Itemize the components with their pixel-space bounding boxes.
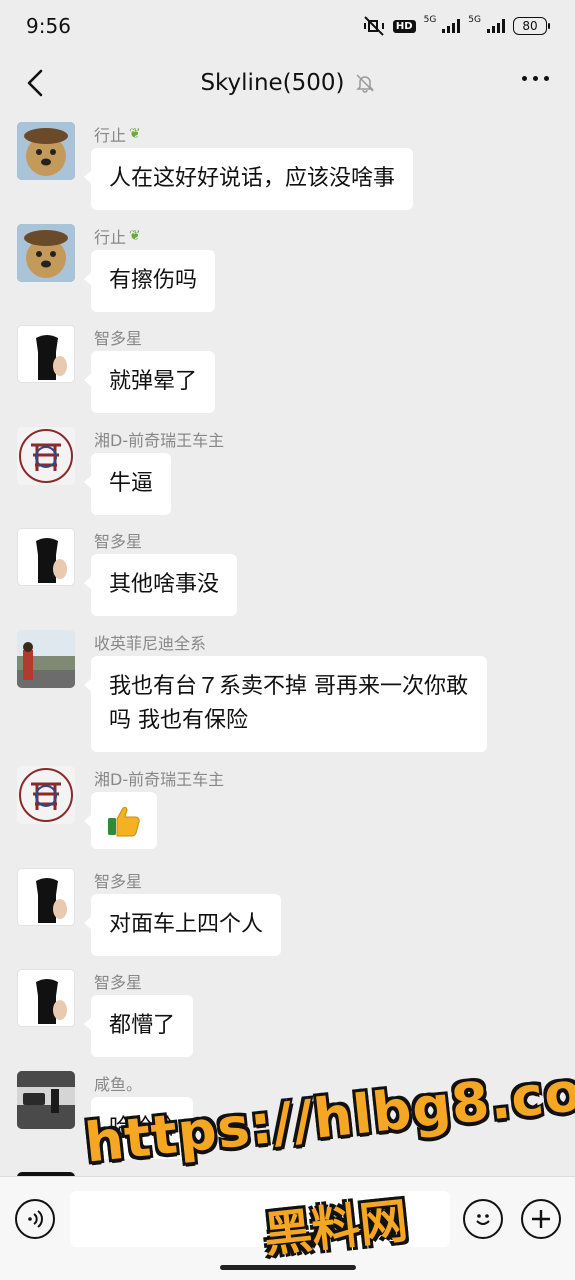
chat-header: Skyline(500) (0, 52, 575, 114)
street-avatar-icon (17, 630, 75, 688)
sender-avatar[interactable] (17, 969, 75, 1027)
seal-avatar-icon (17, 427, 75, 485)
battery-level: 80 (522, 19, 538, 33)
bell-muted-icon (355, 74, 374, 93)
battery-icon: 80 (513, 17, 550, 35)
message-bubble[interactable]: 哈哈哈 (83, 1097, 194, 1159)
message-bubble[interactable]: 我也有台７系卖不掉 哥再来一次你敢吗 我也有保险 (84, 656, 487, 752)
message-bubble[interactable]: 对面车上四个人 (83, 894, 282, 956)
voice-button[interactable] (15, 1199, 55, 1239)
sketch-avatar-icon (18, 529, 74, 585)
dog-avatar-icon (17, 224, 75, 282)
voice-icon (28, 1210, 43, 1228)
sender-avatar[interactable] (17, 1071, 75, 1129)
status-icons: HD 5G 5G 80 (363, 15, 550, 36)
network-label-1: 5G (423, 15, 437, 25)
leaf-icon: ❦ (129, 126, 141, 142)
plus-button[interactable] (521, 1199, 561, 1239)
sender-avatar[interactable] (17, 630, 75, 688)
sender-name: 智多星 (94, 872, 143, 891)
plus-icon (532, 1210, 550, 1228)
message-bubble[interactable]: 都懵了 (83, 995, 194, 1057)
sketch-avatar-icon (18, 326, 74, 382)
home-indicator (220, 1265, 356, 1270)
back-button[interactable] (20, 67, 50, 99)
message-input[interactable] (70, 1191, 450, 1247)
sender-name: 行止 ❦ (94, 126, 141, 145)
sender-avatar[interactable] (17, 224, 75, 282)
sender-avatar[interactable] (17, 766, 75, 824)
thumbs-up-emoji (108, 806, 140, 837)
sender-name: 智多星 (94, 329, 143, 348)
emoji-button[interactable] (463, 1199, 503, 1239)
signal-icon (487, 19, 505, 33)
status-time: 9:56 (26, 14, 71, 38)
mute-vibrate-icon (363, 16, 384, 36)
signal-icon (442, 19, 461, 33)
sketch-avatar-icon (18, 970, 74, 1026)
sender-avatar[interactable] (17, 325, 75, 383)
message-bubble[interactable]: 牛逼 (83, 453, 172, 515)
more-dots-icon (522, 76, 527, 81)
dog-avatar-icon (17, 122, 75, 180)
hd-badge: HD (392, 19, 416, 33)
message-bubble[interactable] (84, 792, 157, 849)
sender-name: 湘D-前奇瑞王车主 (94, 770, 225, 789)
sender-name: 湘D-前奇瑞王车主 (94, 431, 225, 450)
sketch-avatar-icon (18, 869, 74, 925)
message-bubble[interactable]: 其他啥事没 (83, 554, 238, 616)
seal-avatar-icon (17, 766, 75, 824)
sender-name: 智多星 (94, 532, 143, 551)
leaf-icon: ❦ (129, 228, 141, 244)
message-bubble[interactable]: 就弹晕了 (83, 351, 216, 413)
sender-avatar[interactable] (17, 868, 75, 926)
street-photo-avatar-icon (17, 1071, 75, 1129)
sender-name: 咸鱼。 (94, 1075, 143, 1094)
more-button[interactable] (522, 76, 549, 81)
network-label-2: 5G (468, 15, 481, 25)
message-bubble[interactable]: 有擦伤吗 (83, 250, 216, 312)
sender-name: 收英菲尼迪全系 (94, 634, 207, 653)
sender-avatar[interactable] (17, 122, 75, 180)
status-bar: 9:56 HD 5G 5G 80 (0, 0, 575, 52)
message-bubble[interactable]: 人在这好好说话，应该没啥事 (83, 148, 414, 210)
sender-avatar[interactable] (17, 528, 75, 586)
chat-title: Skyline(500) (200, 70, 345, 96)
chevron-left-icon (27, 69, 43, 97)
message-list[interactable]: 行止 ❦ 人在这好好说话，应该没啥事 行止 ❦ 有擦伤吗 智多星 就弹晕了 湘D… (0, 114, 575, 1176)
sender-name: 智多星 (94, 973, 143, 992)
sender-name: 行止 ❦ (94, 228, 141, 247)
sender-avatar[interactable] (17, 427, 75, 485)
emoji-icon (476, 1214, 490, 1225)
